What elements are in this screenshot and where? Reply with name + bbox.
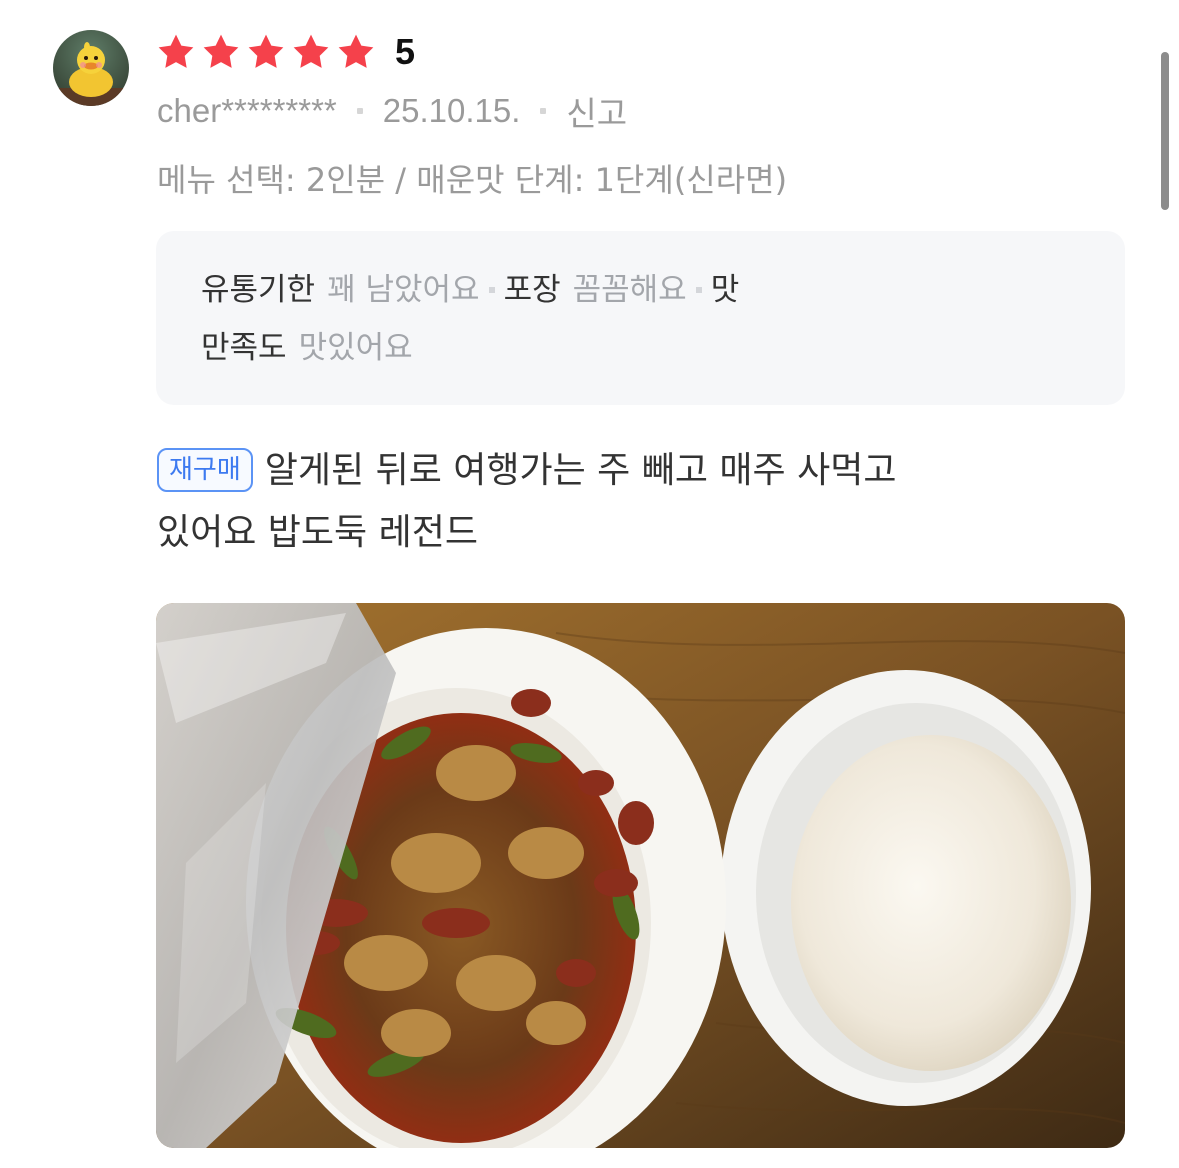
summary-key: 만족도 xyxy=(201,330,287,366)
review-meta: cher********* 25.10.15. 신고 xyxy=(157,88,627,134)
repurchase-badge: 재구매 xyxy=(157,448,253,492)
separator-dot xyxy=(488,287,495,293)
star-icon xyxy=(338,34,374,68)
separator-dot xyxy=(540,108,547,114)
review-date: 25.10.15. xyxy=(382,92,521,129)
summary-line: 만족도 맛있어요 xyxy=(201,319,1085,377)
duck-avatar-icon xyxy=(53,42,129,106)
review-photo[interactable] xyxy=(156,603,1125,1148)
review-text-line: 알게된 뒤로 여행가는 주 빼고 매주 사먹고 xyxy=(264,450,897,491)
rating-score: 5 xyxy=(395,31,416,72)
rating-stars: 5 xyxy=(156,30,415,74)
star-icon xyxy=(203,34,239,68)
summary-value: 꽤 남았어요 xyxy=(327,272,480,308)
review-summary: 유통기한 꽤 남았어요 포장 꼼꼼해요 맛 만족도 맛있어요 xyxy=(156,231,1125,405)
separator-dot xyxy=(695,287,702,293)
summary-value: 맛있어요 xyxy=(298,330,413,366)
review-text-line: 있어요 밥도둑 레전드 xyxy=(157,512,478,553)
summary-line: 유통기한 꽤 남았어요 포장 꼼꼼해요 맛 xyxy=(201,261,1085,319)
menu-options: 메뉴 선택: 2인분 / 매운맛 단계: 1단계(신라면) xyxy=(157,161,788,199)
summary-key: 유통기한 xyxy=(201,272,316,308)
review-body: 재구매 알게된 뒤로 여행가는 주 빼고 매주 사먹고 있어요 밥도둑 레전드 xyxy=(157,440,1077,564)
username: cher********* xyxy=(157,92,337,129)
star-icon xyxy=(248,34,284,68)
summary-value: 꼼꼼해요 xyxy=(572,272,687,308)
summary-key: 맛 xyxy=(710,272,740,308)
food-photo-image xyxy=(156,603,1125,1148)
separator-dot xyxy=(356,108,363,114)
avatar[interactable] xyxy=(53,30,129,106)
star-icon xyxy=(293,34,329,68)
summary-key: 포장 xyxy=(503,272,561,308)
report-link[interactable]: 신고 xyxy=(566,87,627,135)
scrollbar[interactable] xyxy=(1161,52,1169,210)
star-icon xyxy=(158,34,194,68)
